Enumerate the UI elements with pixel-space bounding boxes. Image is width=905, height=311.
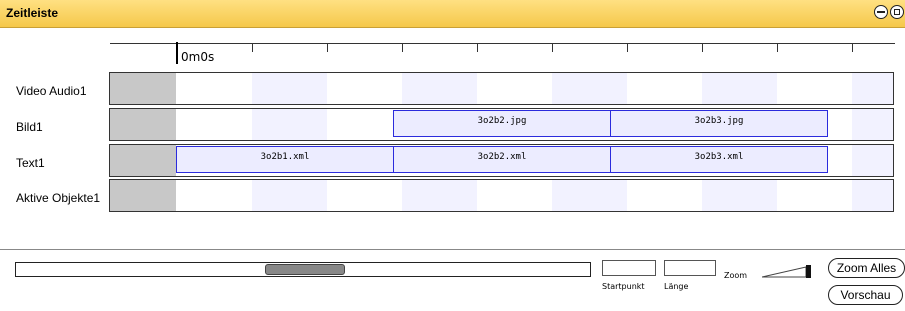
track-stripe [552, 73, 627, 104]
controls-divider [0, 249, 905, 250]
track-offset-area [110, 145, 176, 176]
ruler-tick [252, 43, 253, 52]
timeline-panel: Zeitleiste 0m0s Video Audio1 Bild1 3o2b2… [0, 0, 905, 311]
restore-icon[interactable] [890, 5, 904, 19]
ruler-tick [477, 43, 478, 52]
track-offset-area [110, 73, 176, 104]
track-stripe [702, 180, 777, 211]
laenge-label: Länge [664, 282, 689, 291]
track-stripe [402, 180, 477, 211]
ruler-tick [702, 43, 703, 52]
title-bar: Zeitleiste [0, 0, 905, 28]
track-stripe [852, 145, 893, 176]
ruler-tick [402, 43, 403, 52]
track-label-text1: Text1 [16, 156, 45, 170]
panel-title: Zeitleiste [6, 6, 59, 20]
zoom-alles-button[interactable]: Zoom Alles [828, 258, 905, 278]
ruler-start-tick [176, 42, 178, 64]
horizontal-scrollbar[interactable] [15, 262, 591, 277]
track-stripe [852, 73, 893, 104]
startpunkt-field[interactable] [602, 260, 656, 276]
track-offset-area [110, 180, 176, 211]
track-stripe [252, 109, 327, 140]
track-aktive-objekte1[interactable] [109, 179, 894, 212]
track-text1[interactable]: 3o2b1.xml 3o2b2.xml 3o2b3.xml [109, 144, 894, 177]
track-stripe [852, 109, 893, 140]
clip-3o2b3-jpg[interactable]: 3o2b3.jpg [610, 110, 828, 137]
track-bild1[interactable]: 3o2b2.jpg 3o2b3.jpg [109, 108, 894, 141]
ruler-tick [777, 43, 778, 52]
track-offset-area [110, 109, 176, 140]
ruler-tick [327, 43, 328, 52]
track-label-aktive-objekte1: Aktive Objekte1 [16, 191, 101, 205]
clip-3o2b1-xml[interactable]: 3o2b1.xml [176, 146, 394, 173]
clip-3o2b2-jpg[interactable]: 3o2b2.jpg [393, 110, 611, 137]
track-stripe [552, 180, 627, 211]
ruler-tick [552, 43, 553, 52]
ruler-start-label: 0m0s [181, 50, 215, 64]
track-stripe [852, 180, 893, 211]
clip-3o2b2-xml[interactable]: 3o2b2.xml [393, 146, 611, 173]
track-stripe [402, 73, 477, 104]
track-video-audio1[interactable] [109, 72, 894, 105]
zoom-label: Zoom [724, 271, 748, 280]
minimize-icon[interactable] [874, 5, 888, 19]
track-stripe [702, 73, 777, 104]
laenge-field[interactable] [664, 260, 716, 276]
zoom-slider[interactable] [762, 264, 814, 278]
ruler-tick [852, 43, 853, 52]
clip-3o2b3-xml[interactable]: 3o2b3.xml [610, 146, 828, 173]
ruler-tick [627, 43, 628, 52]
track-label-video-audio1: Video Audio1 [16, 84, 87, 98]
vorschau-button[interactable]: Vorschau [828, 285, 903, 305]
track-label-bild1: Bild1 [16, 120, 43, 134]
track-stripe [252, 73, 327, 104]
scrollbar-thumb[interactable] [265, 264, 345, 275]
track-stripe [252, 180, 327, 211]
startpunkt-label: Startpunkt [602, 282, 645, 291]
